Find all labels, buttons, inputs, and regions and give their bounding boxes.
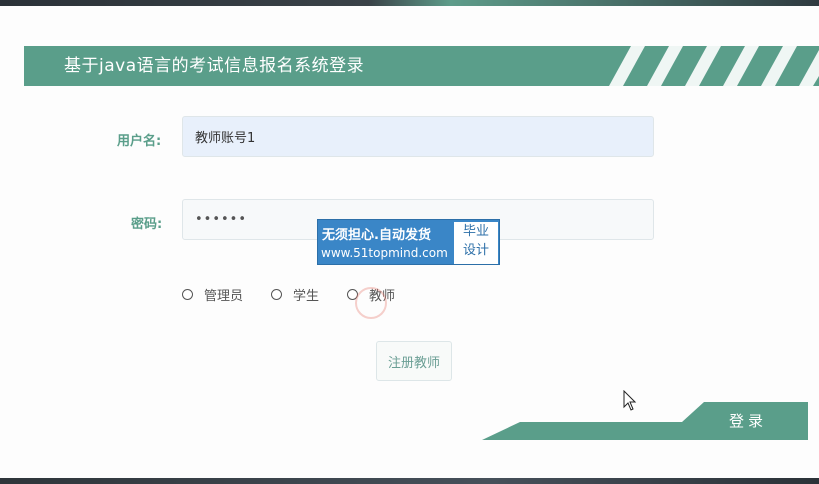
page-title: 基于java语言的考试信息报名系统登录 [64, 56, 365, 76]
page-header: 基于java语言的考试信息报名系统登录 [24, 46, 819, 86]
watermark-badge-line1: 毕业 [462, 224, 489, 239]
watermark-badge-line2: 设计 [462, 243, 489, 258]
role-radio-admin[interactable]: 管理员 [182, 285, 243, 304]
bottom-border-bar [0, 478, 819, 484]
header-stripes-decoration [609, 46, 819, 86]
register-teacher-button[interactable]: 注册教师 [376, 341, 452, 381]
radio-circle-icon[interactable] [182, 289, 193, 300]
login-button[interactable]: 登录 [718, 402, 778, 440]
top-border-bar [0, 0, 819, 6]
watermark-banner: 无须担心.自动发货 www.51topmind.com 毕业 设计 [317, 219, 500, 265]
password-label: 密码: [131, 217, 163, 232]
mouse-pointer-icon [623, 390, 637, 411]
role-radio-student[interactable]: 学生 [271, 285, 319, 304]
role-label-admin: 管理员 [204, 289, 244, 304]
watermark-text-block: 无须担心.自动发货 www.51topmind.com [318, 220, 453, 266]
watermark-badge: 毕业 设计 [454, 222, 498, 264]
radio-circle-icon[interactable] [271, 289, 283, 300]
password-value: •••••• [195, 212, 248, 227]
username-value: 教师账号1 [195, 131, 256, 146]
watermark-line1: 无须担心.自动发货 [322, 228, 431, 243]
username-label: 用户名: [117, 134, 162, 149]
role-label-student: 学生 [293, 289, 320, 304]
watermark-url: www.51topmind.com [321, 246, 448, 260]
username-input[interactable]: 教师账号1 [182, 116, 654, 157]
click-ripple-indicator [355, 287, 387, 319]
